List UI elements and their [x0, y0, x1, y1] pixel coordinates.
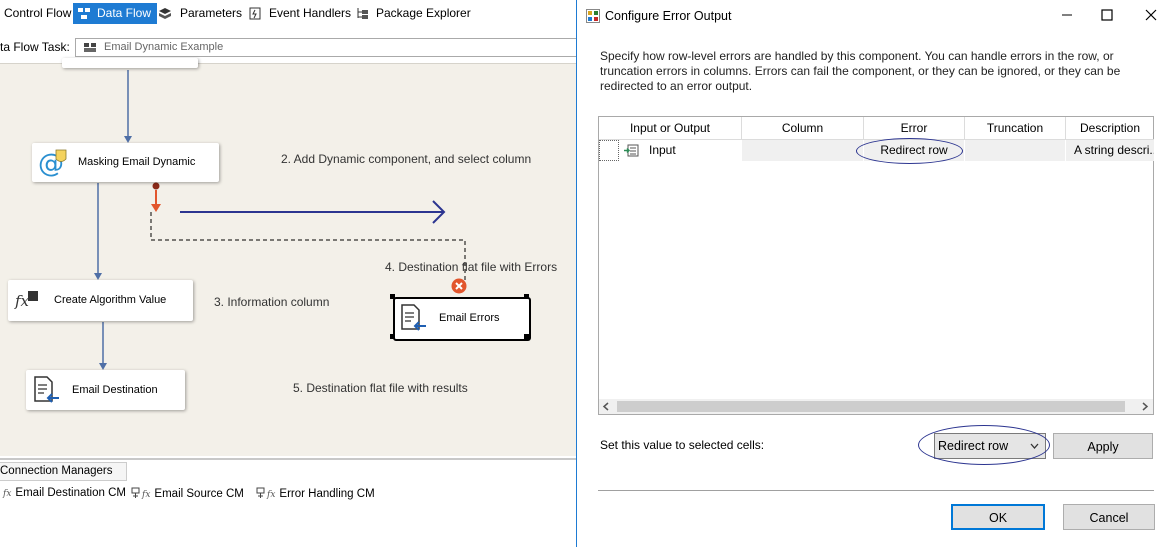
- flat-file-destination-icon: [34, 376, 59, 403]
- data-flow-task-label: ta Flow Task:: [0, 40, 70, 54]
- designer-tabs: Control Flow Data Flow Parameters Event …: [0, 0, 577, 27]
- note-step-3: 3. Information column: [214, 295, 330, 309]
- apply-button[interactable]: Apply: [1053, 433, 1153, 459]
- expression-pin-icon: [256, 487, 265, 498]
- dialog-app-icon: [586, 9, 600, 23]
- email-destination-component[interactable]: Email Destination: [26, 370, 185, 410]
- close-icon[interactable]: [1144, 8, 1158, 22]
- error-arrowhead: [151, 204, 161, 212]
- fx-icon: fx: [142, 490, 151, 500]
- column-header-description[interactable]: Description: [1066, 117, 1154, 140]
- dialog-description: Specify how row-level errors are handled…: [600, 49, 1121, 93]
- task-icon: [84, 43, 96, 52]
- path-arrowhead: [94, 273, 102, 280]
- source-component[interactable]: [62, 58, 198, 68]
- column-header-error[interactable]: Error: [864, 117, 965, 140]
- column-header-column[interactable]: Column: [742, 117, 864, 140]
- scrollbar-thumb[interactable]: [617, 401, 1125, 412]
- error-x-icon: [451, 278, 467, 294]
- cm-email-source[interactable]: fx Email Source CM: [131, 487, 244, 500]
- create-algorithm-value-component[interactable]: fx Create Algorithm Value: [8, 280, 193, 321]
- separator: [598, 490, 1154, 491]
- masking-email-dynamic-component[interactable]: @ Masking Email Dynamic: [32, 143, 219, 182]
- note-step-4: 4. Destination flat file with Errors: [385, 260, 558, 274]
- path-arrowhead: [99, 363, 107, 370]
- scroll-left-icon[interactable]: [602, 402, 611, 411]
- row-description-cell[interactable]: A string descri...: [1066, 140, 1154, 161]
- connection-managers-pane: Connection Managers fx Email Destination …: [0, 458, 577, 549]
- data-flow-canvas[interactable]: @ Masking Email Dynamic fx Create Algori…: [0, 58, 576, 456]
- path-arrowhead: [124, 136, 132, 143]
- connection-managers-tab[interactable]: Connection Managers: [0, 462, 127, 481]
- fx-icon: fx: [267, 490, 276, 500]
- selection-handle[interactable]: [524, 334, 529, 339]
- ok-button[interactable]: OK: [951, 504, 1045, 530]
- annotation-ellipse: [918, 425, 1050, 465]
- parameters-icon: [159, 8, 171, 19]
- svg-text:fx: fx: [14, 292, 30, 310]
- tab-data-flow[interactable]: Data Flow: [73, 3, 158, 24]
- data-flow-task-value: Email Dynamic Example: [104, 41, 224, 53]
- flat-file-destination-icon: [401, 304, 426, 331]
- horizontal-scrollbar[interactable]: [599, 399, 1153, 414]
- tab-package-explorer[interactable]: Package Explorer: [356, 3, 471, 24]
- note-step-5: 5. Destination flat file with results: [293, 381, 468, 395]
- selection-handle[interactable]: [390, 294, 395, 299]
- tab-event-handlers[interactable]: Event Handlers: [249, 3, 351, 24]
- minimize-icon[interactable]: [1060, 8, 1074, 22]
- note-step-2: 2. Add Dynamic component, and select col…: [281, 152, 532, 166]
- maximize-icon[interactable]: [1100, 8, 1114, 22]
- selection-handle[interactable]: [524, 294, 529, 299]
- cm-email-destination[interactable]: fx Email Destination CM: [3, 487, 126, 499]
- at-sign-icon: @: [38, 149, 67, 179]
- tab-control-flow[interactable]: Control Flow: [4, 3, 71, 24]
- email-errors-component[interactable]: Email Errors: [393, 297, 531, 341]
- data-flow-icon: [78, 8, 90, 19]
- annotation-ellipse: [856, 138, 963, 164]
- error-output-dot: [152, 182, 160, 190]
- package-explorer-icon: [357, 8, 368, 19]
- cm-error-handling[interactable]: fx Error Handling CM: [256, 487, 375, 500]
- data-flow-task-select[interactable]: Email Dynamic Example: [75, 38, 577, 57]
- tab-parameters[interactable]: Parameters: [159, 3, 242, 24]
- event-handlers-icon: [249, 7, 261, 20]
- data-flow-task-bar: ta Flow Task: Email Dynamic Example: [0, 36, 577, 58]
- row-selector[interactable]: [599, 140, 619, 161]
- configure-error-output-dialog: Configure Error Output Specify how row-l…: [576, 0, 1173, 547]
- column-header-input-or-output[interactable]: Input or Output: [599, 117, 742, 140]
- fx-icon: fx: [3, 489, 12, 499]
- selection-handle[interactable]: [390, 334, 395, 339]
- input-icon: [624, 144, 639, 157]
- row-column-cell[interactable]: [742, 140, 863, 161]
- error-output-grid[interactable]: Input or Output Column Error Truncation …: [598, 116, 1154, 415]
- expression-pin-icon: [131, 487, 140, 498]
- cancel-button[interactable]: Cancel: [1063, 504, 1155, 530]
- set-value-label: Set this value to selected cells:: [600, 438, 765, 452]
- row-truncation-cell[interactable]: [965, 140, 1065, 161]
- row-input[interactable]: Input: [649, 140, 739, 161]
- column-header-truncation[interactable]: Truncation: [965, 117, 1066, 140]
- scroll-right-icon[interactable]: [1140, 402, 1149, 411]
- dialog-title: Configure Error Output: [605, 9, 732, 23]
- fx-icon: fx: [14, 291, 38, 310]
